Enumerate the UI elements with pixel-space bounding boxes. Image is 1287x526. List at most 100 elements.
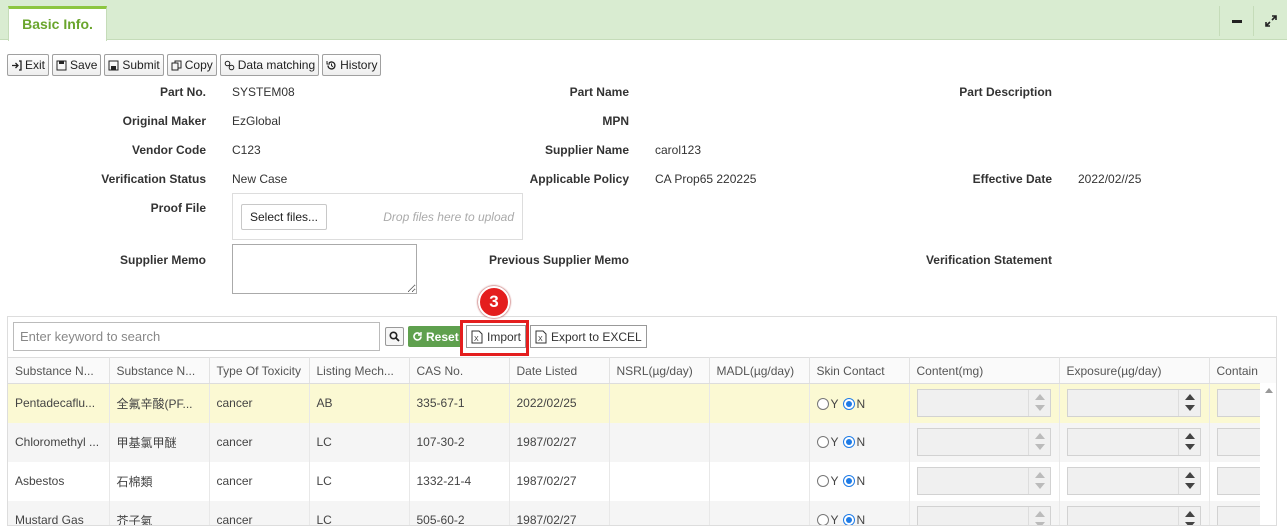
- skin-contact-yes-radio[interactable]: [817, 398, 829, 410]
- exposure-numeric-input[interactable]: [1067, 467, 1201, 495]
- spinner-arrows-icon[interactable]: [1178, 468, 1200, 494]
- reset-button[interactable]: Reset: [408, 326, 463, 347]
- substance-name-zh: 全氟辛酸(PF...: [109, 384, 209, 423]
- toxicity-cell: cancer: [209, 462, 309, 501]
- link-icon: [224, 60, 235, 71]
- skin-contact-no-radio[interactable]: [843, 398, 855, 410]
- column-header[interactable]: Content(mg): [909, 358, 1059, 384]
- toxicity-cell: cancer: [209, 423, 309, 462]
- content-numeric-input[interactable]: [917, 467, 1051, 495]
- skin-contact-yes-radio[interactable]: [817, 514, 829, 526]
- history-button[interactable]: History: [322, 54, 381, 76]
- copy-button[interactable]: Copy: [167, 54, 217, 76]
- skin-contact-no-radio[interactable]: [843, 514, 855, 526]
- radio-label-y: Y: [831, 513, 839, 526]
- substance-name-zh: 石棉類: [109, 462, 209, 501]
- table-row[interactable]: Pentadecaflu... 全氟辛酸(PF... cancer AB 335…: [8, 384, 1277, 423]
- table-row[interactable]: Mustard Gas 芥子氣 cancer LC 505-60-2 1987/…: [8, 501, 1277, 526]
- skin-contact-no-radio[interactable]: [843, 436, 855, 448]
- column-header[interactable]: Contain: [1209, 358, 1277, 384]
- radio-label-y: Y: [831, 474, 839, 488]
- content-numeric-input[interactable]: [917, 389, 1051, 417]
- file-upload-area[interactable]: Select files... Drop files here to uploa…: [232, 193, 523, 240]
- spinner-arrows-icon[interactable]: [1028, 468, 1050, 494]
- exit-button[interactable]: Exit: [7, 54, 49, 76]
- submit-button[interactable]: Submit: [104, 54, 163, 76]
- export-excel-button[interactable]: X Export to EXCEL: [530, 325, 647, 348]
- spinner-arrows-icon[interactable]: [1178, 429, 1200, 455]
- original-maker-value: EzGlobal: [232, 114, 281, 128]
- proof-file-label: Proof File: [151, 201, 206, 215]
- exposure-numeric-input[interactable]: [1067, 506, 1201, 526]
- content-numeric-input[interactable]: [917, 428, 1051, 456]
- effective-date-value: 2022/02//25: [1078, 172, 1141, 186]
- mechanism-cell: AB: [309, 384, 409, 423]
- spinner-arrows-icon[interactable]: [1028, 429, 1050, 455]
- substance-name-zh: 甲基氯甲醚: [109, 423, 209, 462]
- column-header[interactable]: Substance N...: [8, 358, 109, 384]
- table-header-row: Substance N... Substance N... Type Of To…: [8, 358, 1277, 384]
- svg-text:X: X: [538, 336, 543, 343]
- column-header[interactable]: Exposure(µg/day): [1059, 358, 1209, 384]
- substance-name-en: Chloromethyl ...: [8, 423, 109, 462]
- radio-label-n: N: [857, 513, 866, 526]
- skin-contact-no-radio[interactable]: [843, 475, 855, 487]
- expand-icon: [1265, 15, 1277, 27]
- verification-statement-label: Verification Statement: [926, 253, 1052, 267]
- column-header[interactable]: Type Of Toxicity: [209, 358, 309, 384]
- mechanism-cell: LC: [309, 501, 409, 526]
- madl-cell: [709, 384, 809, 423]
- table-row[interactable]: Asbestos 石棉類 cancer LC 1332-21-4 1987/02…: [8, 462, 1277, 501]
- substance-table: Substance N... Substance N... Type Of To…: [8, 357, 1277, 526]
- skin-contact-yes-radio[interactable]: [817, 475, 829, 487]
- save-button[interactable]: Save: [52, 54, 101, 76]
- vertical-scrollbar[interactable]: [1260, 383, 1277, 526]
- column-header[interactable]: Listing Mech...: [309, 358, 409, 384]
- spinner-arrows-icon[interactable]: [1178, 390, 1200, 416]
- exposure-numeric-input[interactable]: [1067, 428, 1201, 456]
- exposure-numeric-input[interactable]: [1067, 389, 1201, 417]
- keyword-search-input[interactable]: [13, 322, 380, 351]
- column-header[interactable]: CAS No.: [409, 358, 509, 384]
- content-cell: [909, 423, 1059, 462]
- spinner-arrows-icon[interactable]: [1028, 507, 1050, 526]
- drop-files-hint: Drop files here to upload: [383, 210, 514, 224]
- date-listed-cell: 2022/02/25: [509, 384, 609, 423]
- maximize-button[interactable]: [1253, 6, 1287, 36]
- radio-label-n: N: [857, 474, 866, 488]
- tab-basic-info[interactable]: Basic Info.: [8, 6, 107, 41]
- skin-contact-cell: YN: [809, 501, 909, 526]
- spinner-arrows-icon[interactable]: [1178, 507, 1200, 526]
- data-matching-button[interactable]: Data matching: [220, 54, 319, 76]
- column-header[interactable]: Date Listed: [509, 358, 609, 384]
- search-button[interactable]: [385, 327, 404, 346]
- scroll-up-icon[interactable]: [1265, 388, 1273, 393]
- contain-input[interactable]: [1217, 428, 1267, 456]
- column-header[interactable]: Substance N...: [109, 358, 209, 384]
- contain-input[interactable]: [1217, 506, 1267, 526]
- column-header[interactable]: NSRL(µg/day): [609, 358, 709, 384]
- supplier-memo-textarea[interactable]: [232, 244, 417, 294]
- skin-contact-yes-radio[interactable]: [817, 436, 829, 448]
- contain-input[interactable]: [1217, 467, 1267, 495]
- cas-cell: 505-60-2: [409, 501, 509, 526]
- nsrl-cell: [609, 423, 709, 462]
- minimize-button[interactable]: [1219, 6, 1253, 36]
- copy-icon: [171, 60, 182, 71]
- submit-label: Submit: [122, 58, 159, 72]
- substance-name-en: Asbestos: [8, 462, 109, 501]
- part-description-label: Part Description: [959, 85, 1052, 99]
- action-toolbar: Exit Save Submit Copy Data matching Hist…: [7, 54, 381, 76]
- contain-input[interactable]: [1217, 389, 1267, 417]
- table-row[interactable]: Chloromethyl ... 甲基氯甲醚 cancer LC 107-30-…: [8, 423, 1277, 462]
- save-icon: [56, 60, 67, 71]
- spinner-arrows-icon[interactable]: [1028, 390, 1050, 416]
- content-numeric-input[interactable]: [917, 506, 1051, 526]
- import-highlight-box: [460, 320, 529, 356]
- substance-name-zh: 芥子氣: [109, 501, 209, 526]
- supplier-name-value: carol123: [655, 143, 701, 157]
- verification-status-value: New Case: [232, 172, 287, 186]
- column-header[interactable]: Skin Contact: [809, 358, 909, 384]
- select-files-button[interactable]: Select files...: [241, 204, 327, 230]
- column-header[interactable]: MADL(µg/day): [709, 358, 809, 384]
